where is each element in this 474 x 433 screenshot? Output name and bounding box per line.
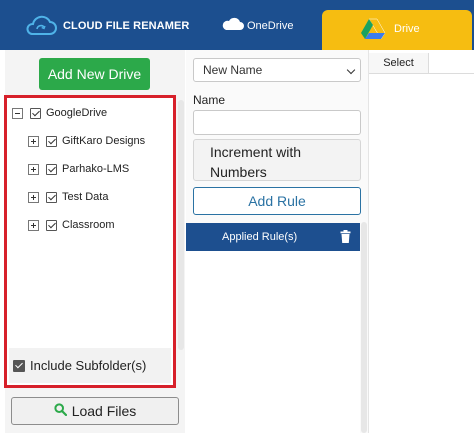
tab-drive-label: Drive [394,23,420,35]
checkbox-test-data[interactable] [46,191,57,203]
tree-item-classroom[interactable]: Classroom [28,217,115,233]
expand-icon[interactable] [28,135,39,147]
select-column-header[interactable]: Select [369,53,429,73]
rules-scrollbar[interactable] [361,222,367,433]
google-drive-icon [360,18,386,45]
rule-type-value: New Name [203,63,263,77]
tree-item-label: Test Data [62,191,109,203]
tree-scrollbar[interactable] [178,100,184,350]
increment-with-numbers-option[interactable]: Increment with Numbers [193,139,361,181]
rule-type-select[interactable]: New Name [193,58,361,82]
include-subfolders-option[interactable]: Include Subfolder(s) [9,348,171,383]
tree-item-googledrive[interactable]: GoogleDrive [12,105,107,121]
app-logo: CLOUD FILE RENAMER [24,14,189,38]
applied-rules-list [186,251,360,433]
cloud-icon [221,15,245,38]
load-files-label: Load Files [71,403,137,419]
checkbox-googledrive[interactable] [30,107,41,119]
tab-onedrive[interactable]: OneDrive [221,14,293,38]
tree-item-parhako[interactable]: Parhako-LMS [28,161,129,177]
files-panel [368,50,474,433]
tree-item-test-data[interactable]: Test Data [28,189,108,205]
search-icon [54,403,72,419]
tab-drive[interactable]: Drive [322,10,472,50]
collapse-icon[interactable] [12,107,23,119]
expand-icon[interactable] [28,191,39,203]
tree-item-label: GoogleDrive [46,107,108,119]
tree-item-giftkaro[interactable]: GiftKaro Designs [28,133,145,149]
tab-onedrive-label: OneDrive [247,20,294,32]
table-header-divider [369,73,474,74]
tree-item-label: GiftKaro Designs [62,135,146,147]
tree-item-label: Parhako-LMS [62,163,130,175]
load-files-button[interactable]: Load Files [11,397,179,425]
trash-icon[interactable] [340,230,351,246]
name-label: Name [193,93,226,107]
expand-icon[interactable] [28,163,39,175]
name-input[interactable] [193,110,361,135]
include-subfolders-checkbox[interactable] [13,359,25,372]
add-rule-button[interactable]: Add Rule [193,187,361,215]
applied-rules-label: Applied Rule(s) [222,231,298,243]
folder-tree: GoogleDrive GiftKaro Designs Parhako-LMS… [4,95,176,388]
applied-rules-header: Applied Rule(s) [186,223,360,251]
expand-icon[interactable] [28,219,39,231]
app-title: CLOUD FILE RENAMER [63,20,190,32]
checkbox-parhako[interactable] [46,163,57,175]
include-subfolders-label: Include Subfolder(s) [30,358,147,373]
app-header: CLOUD FILE RENAMER OneDrive Drive [0,0,474,50]
checkbox-classroom[interactable] [46,219,57,231]
tree-item-label: Classroom [62,219,115,231]
chevron-down-icon [346,65,356,75]
add-new-drive-button[interactable]: Add New Drive [39,58,150,90]
checkbox-giftkaro[interactable] [46,135,57,147]
cloud-refresh-icon [24,14,58,38]
